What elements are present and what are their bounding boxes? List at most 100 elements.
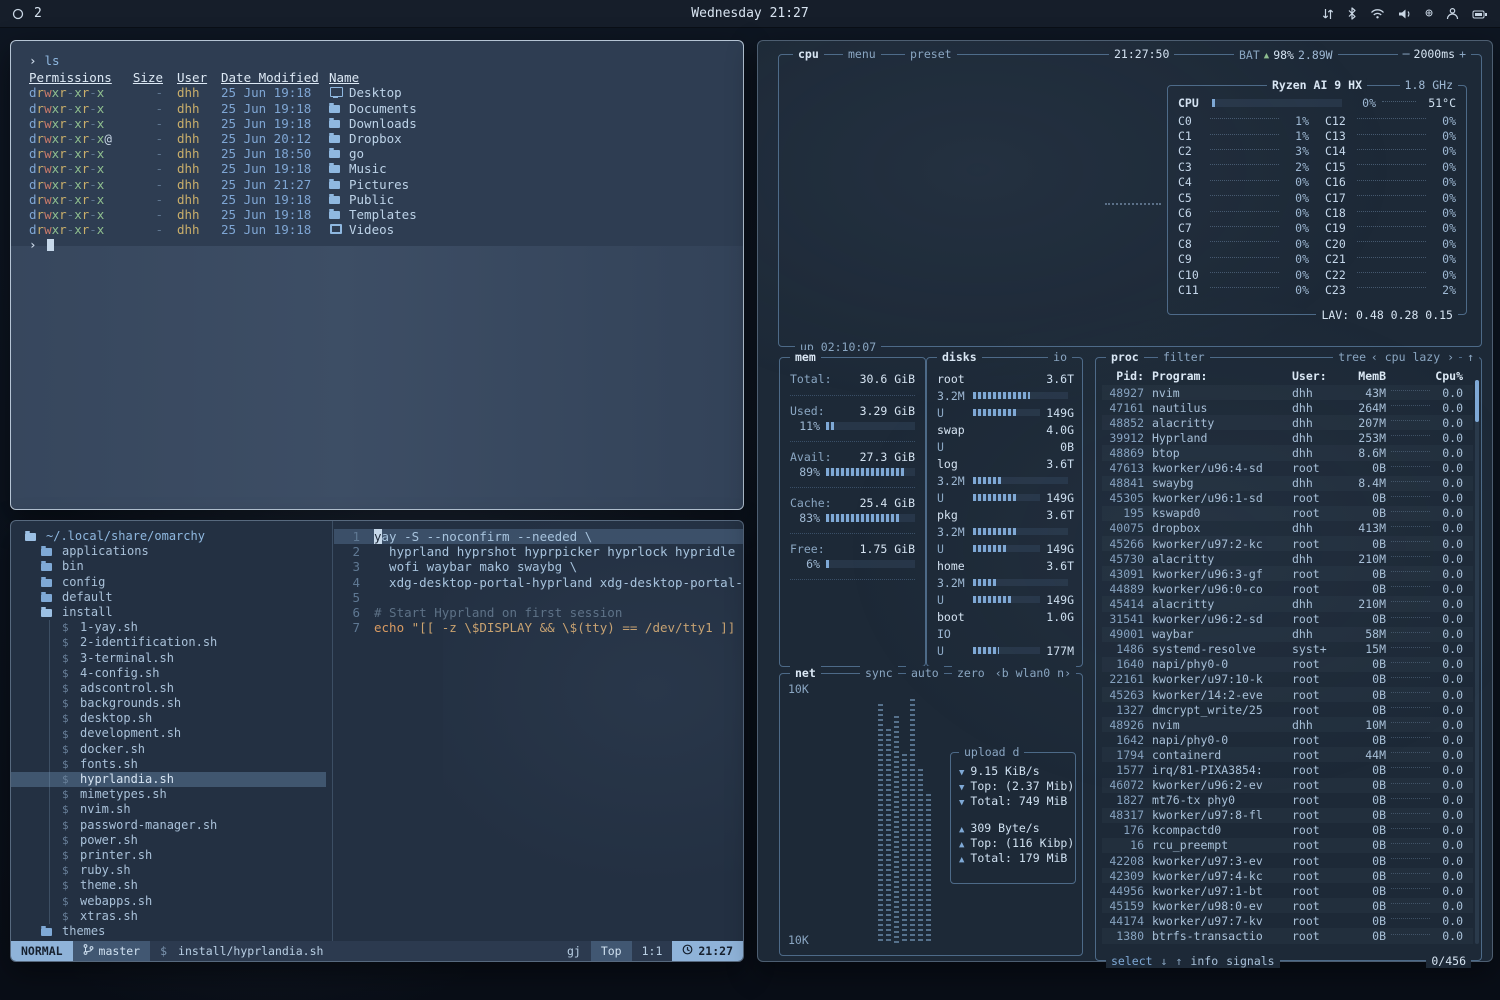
code-line[interactable]: 2 hyprland hyprshot hyprpicker hyprlock … xyxy=(334,544,743,559)
select-down-icon[interactable] xyxy=(1161,954,1168,968)
process-row[interactable]: 48926 nvim dhh 10M 0.0 xyxy=(1102,717,1473,732)
code-line[interactable]: 4 xdg-desktop-portal-hyprland xdg-deskto… xyxy=(334,575,743,590)
process-row[interactable]: 44956 kworker/u97:1-bt root 0B 0.0 xyxy=(1102,883,1473,898)
header-mem[interactable]: MemB xyxy=(1342,369,1386,383)
proc-signals-button[interactable]: signals xyxy=(1226,954,1274,968)
process-row[interactable]: 48869 btop dhh 8.6M 0.0 xyxy=(1102,445,1473,460)
tree-item[interactable]: printer.sh xyxy=(11,848,326,863)
process-row[interactable]: 44889 kworker/u96:0-co root 0B 0.0 xyxy=(1102,581,1473,596)
tree-item[interactable]: docker.sh xyxy=(11,742,326,757)
workspace-logo-icon[interactable] xyxy=(12,8,24,20)
tree-item[interactable]: 2-identification.sh xyxy=(11,635,326,650)
tree-item[interactable]: applications xyxy=(11,544,326,559)
process-row[interactable]: 31541 kworker/u96:2-sd root 0B 0.0 xyxy=(1102,612,1473,627)
tree-item[interactable]: theme.sh xyxy=(11,878,326,893)
process-row[interactable]: 42208 kworker/u97:3-ev root 0B 0.0 xyxy=(1102,853,1473,868)
tree-item[interactable]: default xyxy=(11,590,326,605)
tab-preset[interactable]: preset xyxy=(905,47,957,61)
tab-menu[interactable]: menu xyxy=(843,47,881,61)
process-row[interactable]: 39912 Hyprland dhh 253M 0.0 xyxy=(1102,430,1473,445)
tree-item[interactable]: 1-yay.sh xyxy=(11,620,326,635)
process-row[interactable]: 1577 irq/81-PIXA3854: root 0B 0.0 xyxy=(1102,762,1473,777)
process-row[interactable]: 49001 waybar dhh 58M 0.0 xyxy=(1102,627,1473,642)
net-interface-selector[interactable]: ‹b wlan0 n› xyxy=(990,666,1076,680)
tree-item[interactable]: nvim.sh xyxy=(11,802,326,817)
code-line[interactable]: 6# Start Hyprland on first session xyxy=(334,605,743,620)
tree-item[interactable]: password-manager.sh xyxy=(11,818,326,833)
process-row[interactable]: 47613 kworker/u96:4-sd root 0B 0.0 xyxy=(1102,461,1473,476)
process-row[interactable]: 47161 nautilus dhh 264M 0.0 xyxy=(1102,400,1473,415)
tree-item[interactable]: desktop.sh xyxy=(11,711,326,726)
process-row[interactable]: 176 kcompactd0 root 0B 0.0 xyxy=(1102,823,1473,838)
io-mode-toggle[interactable]: io xyxy=(1048,350,1072,364)
tab-cpu[interactable]: cpu xyxy=(793,47,824,61)
net-sync-button[interactable]: sync xyxy=(860,666,898,680)
volume-icon[interactable] xyxy=(1398,8,1412,20)
workspace-indicator[interactable]: 2 xyxy=(34,6,42,21)
process-row[interactable]: 45266 kworker/u97:2-kc root 0B 0.0 xyxy=(1102,536,1473,551)
proc-filter-button[interactable]: filter xyxy=(1158,350,1210,364)
bluetooth-icon[interactable] xyxy=(1347,7,1357,20)
tree-item[interactable]: install xyxy=(11,605,326,620)
process-row[interactable]: 22161 kworker/u97:10-k root 0B 0.0 xyxy=(1102,672,1473,687)
process-row[interactable]: 40075 dropbox dhh 413M 0.0 xyxy=(1102,521,1473,536)
process-row[interactable]: 16 rcu_preempt root 0B 0.0 xyxy=(1102,838,1473,853)
code-line[interactable]: 7echo "[[ -z \$DISPLAY && \$(tty) == /de… xyxy=(334,620,743,635)
tree-item[interactable]: themes xyxy=(11,924,326,939)
tree-item[interactable]: fonts.sh xyxy=(11,757,326,772)
scroll-up-icon[interactable] xyxy=(1462,350,1479,364)
proc-sort-selector[interactable]: ‹ cpu lazy › xyxy=(1366,350,1459,364)
tree-item[interactable]: 3-terminal.sh xyxy=(11,651,326,666)
process-row[interactable]: 45159 kworker/u98:0-ev root 0B 0.0 xyxy=(1102,898,1473,913)
process-row[interactable]: 1640 napi/phy0-0 root 0B 0.0 xyxy=(1102,657,1473,672)
interval-decrease-button[interactable] xyxy=(1403,47,1410,61)
process-row[interactable]: 48317 kworker/u97:8-fl root 0B 0.0 xyxy=(1102,808,1473,823)
process-row[interactable]: 1794 containerd root 44M 0.0 xyxy=(1102,747,1473,762)
header-cpu[interactable]: Cpu% xyxy=(1435,369,1463,383)
process-row[interactable]: 45414 alacritty dhh 210M 0.0 xyxy=(1102,596,1473,611)
tree-item[interactable]: adscontrol.sh xyxy=(11,681,326,696)
process-row[interactable]: 1380 btrfs-transactio root 0B 0.0 xyxy=(1102,928,1473,943)
process-row[interactable]: 48841 swaybg dhh 8.4M 0.0 xyxy=(1102,476,1473,491)
process-row[interactable]: 1327 dmcrypt_write/25 root 0B 0.0 xyxy=(1102,702,1473,717)
proc-select-button[interactable]: select xyxy=(1111,954,1153,968)
header-user[interactable]: User: xyxy=(1292,369,1342,383)
process-row[interactable]: 48852 alacritty dhh 207M 0.0 xyxy=(1102,415,1473,430)
tree-item[interactable]: webapps.sh xyxy=(11,894,326,909)
code-editor-panel[interactable]: 1yay -S --noconfirm --needed \2 hyprland… xyxy=(334,521,743,941)
process-row[interactable]: 45730 alacritty dhh 210M 0.0 xyxy=(1102,551,1473,566)
tree-item[interactable]: development.sh xyxy=(11,726,326,741)
net-zero-button[interactable]: zero xyxy=(952,666,990,680)
tree-item[interactable]: config xyxy=(11,575,326,590)
net-auto-button[interactable]: auto xyxy=(906,666,944,680)
process-row[interactable]: 1642 napi/phy0-0 root 0B 0.0 xyxy=(1102,732,1473,747)
updates-icon[interactable] xyxy=(1322,8,1334,20)
process-row[interactable]: 1486 systemd-resolve syst+ 15M 0.0 xyxy=(1102,642,1473,657)
process-row[interactable]: 45263 kworker/14:2-eve root 0B 0.0 xyxy=(1102,687,1473,702)
process-row[interactable]: 1827 mt76-tx phy0 root 0B 0.0 xyxy=(1102,793,1473,808)
code-line[interactable]: 3 wofi waybar mako swaybg \ xyxy=(334,559,743,574)
tree-root[interactable]: ~/.local/share/omarchy xyxy=(11,529,332,544)
process-row[interactable]: 43091 kworker/u96:3-gf root 0B 0.0 xyxy=(1102,566,1473,581)
editor-window[interactable]: ~/.local/share/omarchy applications bin … xyxy=(10,520,744,962)
file-tree-panel[interactable]: ~/.local/share/omarchy applications bin … xyxy=(11,521,333,941)
proc-info-button[interactable]: info xyxy=(1190,954,1218,968)
tree-item[interactable]: backgrounds.sh xyxy=(11,696,326,711)
tree-item[interactable]: 4-config.sh xyxy=(11,666,326,681)
user-icon[interactable] xyxy=(1446,7,1459,20)
header-program[interactable]: Program: xyxy=(1152,369,1292,383)
tree-item[interactable]: bin xyxy=(11,559,326,574)
terminal-input-line[interactable]: › xyxy=(29,237,743,252)
tree-item[interactable]: xtras.sh xyxy=(11,909,326,924)
system-monitor-window[interactable]: cpu menu preset 21:27:50 BAT 98% 2.89W 2… xyxy=(757,40,1493,962)
tree-item[interactable]: power.sh xyxy=(11,833,326,848)
code-line[interactable]: 5 xyxy=(334,590,743,605)
process-row[interactable]: 48927 nvim dhh 43M 0.0 xyxy=(1102,385,1473,400)
process-row[interactable]: 44174 kworker/u97:7-kv root 0B 0.0 xyxy=(1102,913,1473,928)
process-row[interactable]: 42309 kworker/u97:4-kc root 0B 0.0 xyxy=(1102,868,1473,883)
process-scrollbar[interactable] xyxy=(1475,380,1479,944)
header-pid[interactable]: Pid: xyxy=(1102,369,1144,383)
process-row[interactable]: 46072 kworker/u96:2-ev root 0B 0.0 xyxy=(1102,778,1473,793)
tree-item[interactable]: mimetypes.sh xyxy=(11,787,326,802)
terminal-window[interactable]: › ls Permissions Size User Date Modified… xyxy=(10,40,744,510)
